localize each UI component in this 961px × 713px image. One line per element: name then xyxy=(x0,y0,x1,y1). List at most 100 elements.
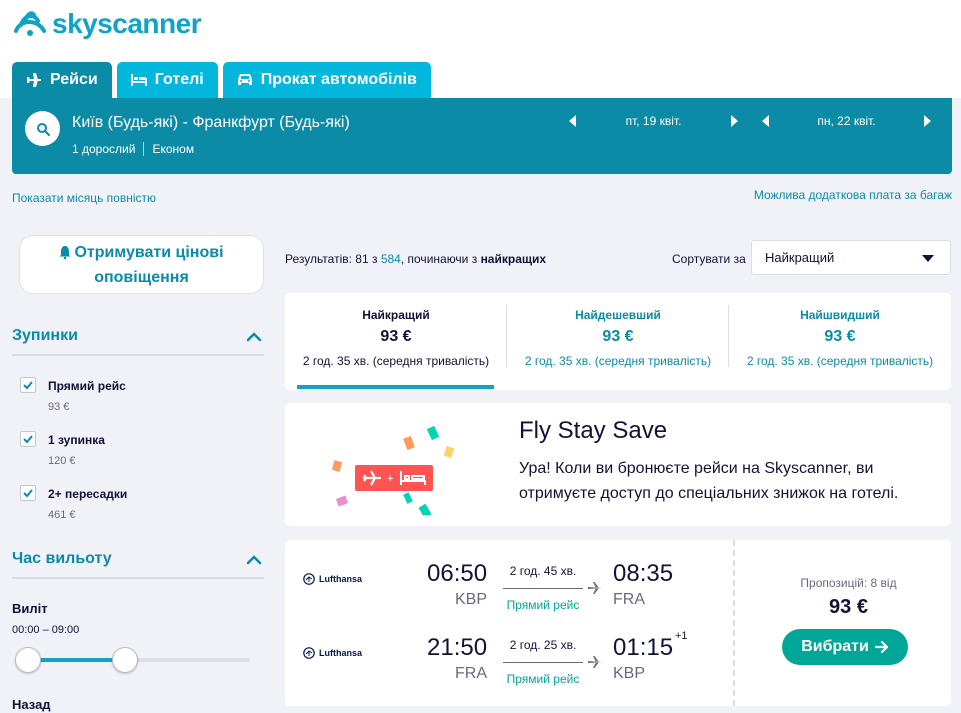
select-flight-button[interactable]: Вибрати xyxy=(782,629,908,665)
sort-tab-cheapest[interactable]: Найдешевший 93 € 2 год. 35 хв. (середня … xyxy=(507,293,729,390)
tab-car-hire[interactable]: Прокат автомобілів xyxy=(222,62,431,98)
leg1-duration: 2 год. 45 хв. xyxy=(509,564,577,578)
search-icon xyxy=(36,122,50,136)
leg2-arrival-airport: KBP xyxy=(613,665,646,682)
leg1-stops: Прямий рейс xyxy=(506,598,580,612)
edit-search-button[interactable] xyxy=(25,111,60,146)
results-total-link[interactable]: 584 xyxy=(381,252,401,266)
results-suffix: , починаючи з xyxy=(400,252,481,266)
bell-icon xyxy=(59,246,71,259)
select-flight-label: Вибрати xyxy=(801,638,869,655)
show-full-month-link[interactable]: Показати місяць повністю xyxy=(12,191,156,205)
search-summary-bar[interactable]: Київ (Будь-які) - Франкфурт (Будь-які) 1… xyxy=(12,98,952,174)
flight-result-card[interactable]: Lufthansa 06:50 KBP 2 год. 45 хв. Прямий… xyxy=(285,540,951,706)
sort-tab-best[interactable]: Найкращий 93 € 2 год. 35 хв. (середня тр… xyxy=(285,293,507,390)
header: skyscanner Рейси Готелі Прокат автомобіл… xyxy=(0,0,961,98)
sort-tab-title: Найдешевший xyxy=(575,308,661,322)
stops-filter-title[interactable]: Зупинки xyxy=(12,327,78,345)
offers-count: Пропозицій: 8 від xyxy=(800,576,897,590)
divider xyxy=(12,354,264,356)
search-travellers: 1 дорослий Економ xyxy=(72,142,194,156)
flight-plus-hotel-icon: + xyxy=(331,425,455,515)
sort-tabs: Найкращий 93 € 2 год. 35 хв. (середня тр… xyxy=(285,293,951,390)
sort-tab-price: 93 € xyxy=(824,328,856,345)
leg1-arrival-airport: FRA xyxy=(613,591,645,608)
results-prefix: Результатів: xyxy=(285,252,356,266)
lufthansa-crane-icon xyxy=(303,573,315,585)
checkmark-icon xyxy=(23,489,33,498)
lufthansa-crane-icon xyxy=(303,647,315,659)
outbound-slider-min-handle[interactable] xyxy=(15,647,41,673)
price-alert-button[interactable]: Отримувати цінові оповіщення xyxy=(19,235,264,294)
sort-label: Сортувати за xyxy=(672,252,746,266)
sort-tab-price: 93 € xyxy=(380,328,412,345)
depart-date[interactable]: пт, 19 квіт. xyxy=(576,114,731,128)
results-of: з xyxy=(368,252,381,266)
next-depart-date-button[interactable] xyxy=(731,115,738,127)
baggage-fees-link[interactable]: Можлива додаткова плата за багаж xyxy=(754,188,952,202)
leg2-stops: Прямий рейс xyxy=(506,672,580,686)
sort-tab-price: 93 € xyxy=(602,328,634,345)
sort-tab-duration: 2 год. 35 хв. (середня тривалість) xyxy=(524,354,712,368)
product-tabs: Рейси Готелі Прокат автомобілів xyxy=(12,62,436,98)
outbound-label: Виліт xyxy=(12,601,48,616)
prev-return-date-button[interactable] xyxy=(762,115,769,127)
leg2-duration: 2 год. 25 хв. xyxy=(509,638,577,652)
prev-depart-date-button[interactable] xyxy=(569,115,576,127)
price-alert-row: Отримувати цінові xyxy=(59,240,224,265)
divider xyxy=(12,577,264,579)
fly-stay-save-banner[interactable]: + Fly Stay Save Ура! Коли ви бронюєте ре… xyxy=(285,403,951,526)
chevron-up-icon[interactable] xyxy=(246,332,262,342)
sort-tab-duration: 2 год. 35 хв. (середня тривалість) xyxy=(746,354,934,368)
return-date[interactable]: пн, 22 квіт. xyxy=(769,114,924,128)
tab-hotels[interactable]: Готелі xyxy=(116,62,218,98)
airline-name: Lufthansa xyxy=(319,648,363,658)
price-alert-line2: оповіщення xyxy=(94,268,189,286)
stops-direct-price: 93 € xyxy=(48,401,70,413)
outbound-slider-max-handle[interactable] xyxy=(112,647,138,673)
outbound-time-range: 00:00 – 09:00 xyxy=(12,624,80,636)
departure-time-filter-title[interactable]: Час вильоту xyxy=(12,550,112,568)
ticket-divider xyxy=(733,540,735,706)
leg1-arrival-time: 08:35 xyxy=(613,560,674,587)
results-count: Результатів: 81 з 584, починаючи з найкр… xyxy=(285,252,546,266)
leg1-departure-airport: KBP xyxy=(455,591,488,608)
stops-two-plus-price: 461 € xyxy=(48,509,76,521)
next-return-date-button[interactable] xyxy=(924,115,931,127)
promo-title: Fly Stay Save xyxy=(519,417,668,444)
leg2-departure-time: 21:50 xyxy=(427,634,488,661)
leg2-line xyxy=(503,662,583,663)
leg2-day-offset: +1 xyxy=(675,630,688,642)
bed-icon xyxy=(130,74,147,86)
leg2-departure-airport: FRA xyxy=(455,665,487,682)
stops-direct-label: Прямий рейс xyxy=(48,379,126,393)
plane-icon xyxy=(588,582,602,594)
tab-flights[interactable]: Рейси xyxy=(12,62,112,98)
stops-direct-checkbox[interactable] xyxy=(20,377,36,393)
sort-select-value: Найкращий xyxy=(765,250,835,265)
svg-text:+: + xyxy=(387,473,393,485)
results-shown: 81 xyxy=(355,252,369,266)
active-sort-underline xyxy=(297,385,494,389)
sort-tab-fastest[interactable]: Найшвидший 93 € 2 год. 35 хв. (середня т… xyxy=(729,293,951,390)
price-alert-line1: Отримувати цінові xyxy=(74,243,224,261)
arrow-right-icon xyxy=(874,641,888,653)
return-label: Назад xyxy=(12,697,51,712)
sort-select[interactable]: Найкращий xyxy=(751,240,951,275)
stops-two-plus-checkbox[interactable] xyxy=(20,485,36,501)
airline-logo: Lufthansa xyxy=(303,573,362,585)
stops-one-checkbox[interactable] xyxy=(20,431,36,447)
divider xyxy=(143,142,145,156)
sort-tab-title: Найшвидший xyxy=(800,308,880,322)
outbound-slider-fill xyxy=(26,658,126,662)
checkmark-icon xyxy=(23,381,33,390)
leg1-line xyxy=(503,588,583,589)
airline-name: Lufthansa xyxy=(319,574,363,584)
skyscanner-logo[interactable]: skyscanner xyxy=(12,8,202,40)
plane-icon xyxy=(588,656,602,668)
car-icon xyxy=(237,74,252,85)
tab-car-hire-label: Прокат автомобілів xyxy=(260,71,417,88)
return-date-picker: пн, 22 квіт. xyxy=(762,114,931,128)
chevron-up-icon[interactable] xyxy=(246,555,262,565)
cabin-class: Економ xyxy=(152,142,195,156)
